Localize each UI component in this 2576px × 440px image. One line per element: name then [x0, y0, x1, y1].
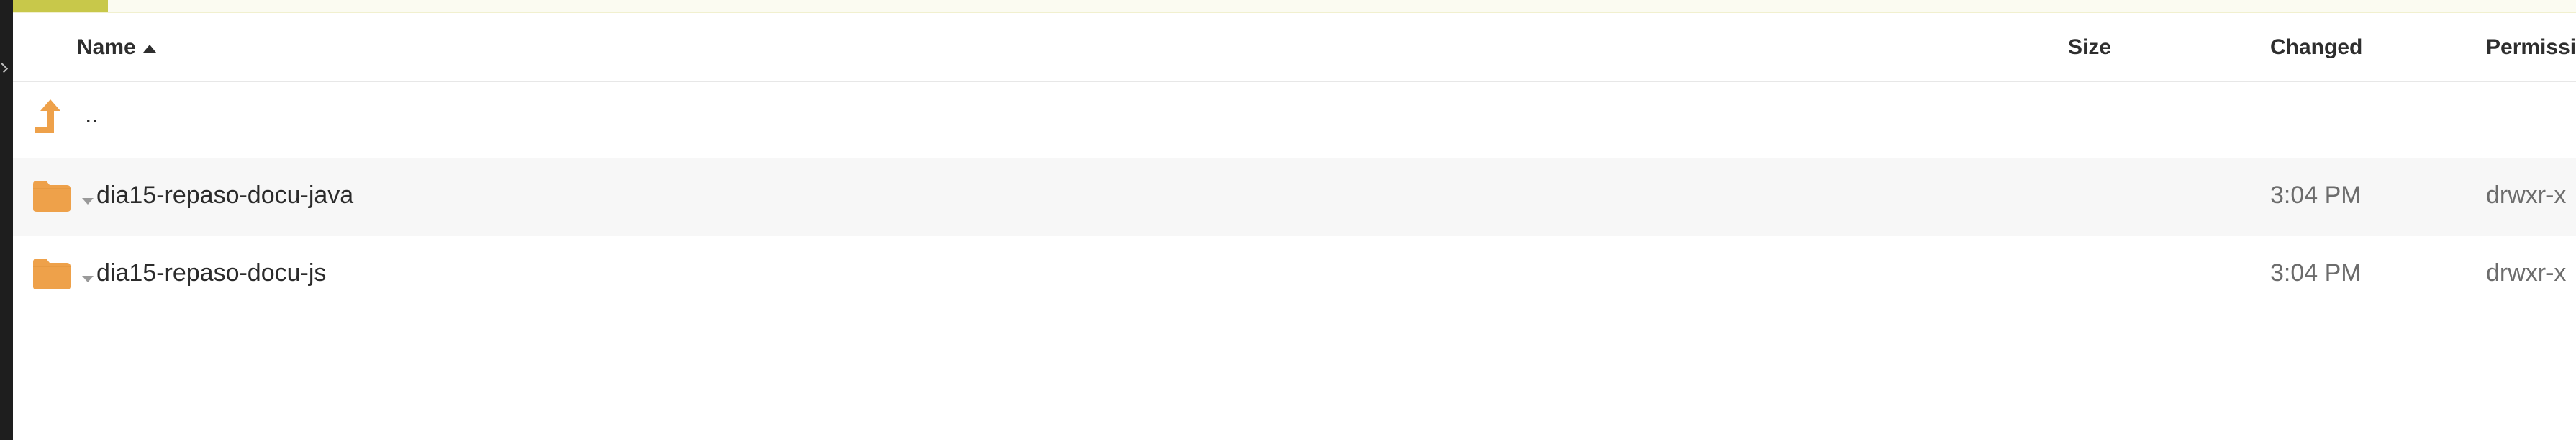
parent-directory-row[interactable]: .. [13, 82, 2576, 160]
loading-bar [13, 0, 2576, 13]
column-header-permissions-label: Permissi [2486, 35, 2576, 59]
column-header-changed-label: Changed [2270, 35, 2363, 59]
file-changed: 3:04 PM [2270, 181, 2362, 209]
column-header-name-label: Name [77, 35, 136, 59]
file-row[interactable]: dia15-repaso-docu-js 3:04 PM drwxr-x [13, 236, 2576, 314]
column-header-name[interactable]: Name [77, 35, 156, 60]
file-row[interactable]: dia15-repaso-docu-java 3:04 PM drwxr-x [13, 158, 2576, 236]
left-panel-edge [0, 0, 13, 440]
file-name: dia15-repaso-docu-js [96, 259, 327, 287]
column-header-size[interactable]: Size [2068, 35, 2111, 60]
collapse-arrow-icon[interactable] [0, 62, 9, 73]
file-list-header: Name Size Changed Permissi [13, 13, 2576, 82]
loading-progress-fill [13, 0, 108, 12]
parent-directory-icon [35, 99, 60, 133]
file-permissions: drwxr-x [2486, 259, 2567, 287]
folder-icon [33, 181, 71, 212]
file-changed: 3:04 PM [2270, 259, 2362, 287]
file-name: dia15-repaso-docu-java [96, 181, 354, 209]
folder-icon [33, 259, 71, 289]
expand-caret-icon[interactable] [82, 276, 94, 282]
column-header-permissions[interactable]: Permissi [2486, 35, 2576, 60]
parent-directory-name: .. [85, 101, 99, 128]
expand-caret-icon[interactable] [82, 198, 94, 205]
column-header-size-label: Size [2068, 35, 2112, 59]
file-permissions: drwxr-x [2486, 181, 2567, 209]
sort-ascending-icon [142, 44, 156, 53]
column-header-changed[interactable]: Changed [2270, 35, 2362, 60]
